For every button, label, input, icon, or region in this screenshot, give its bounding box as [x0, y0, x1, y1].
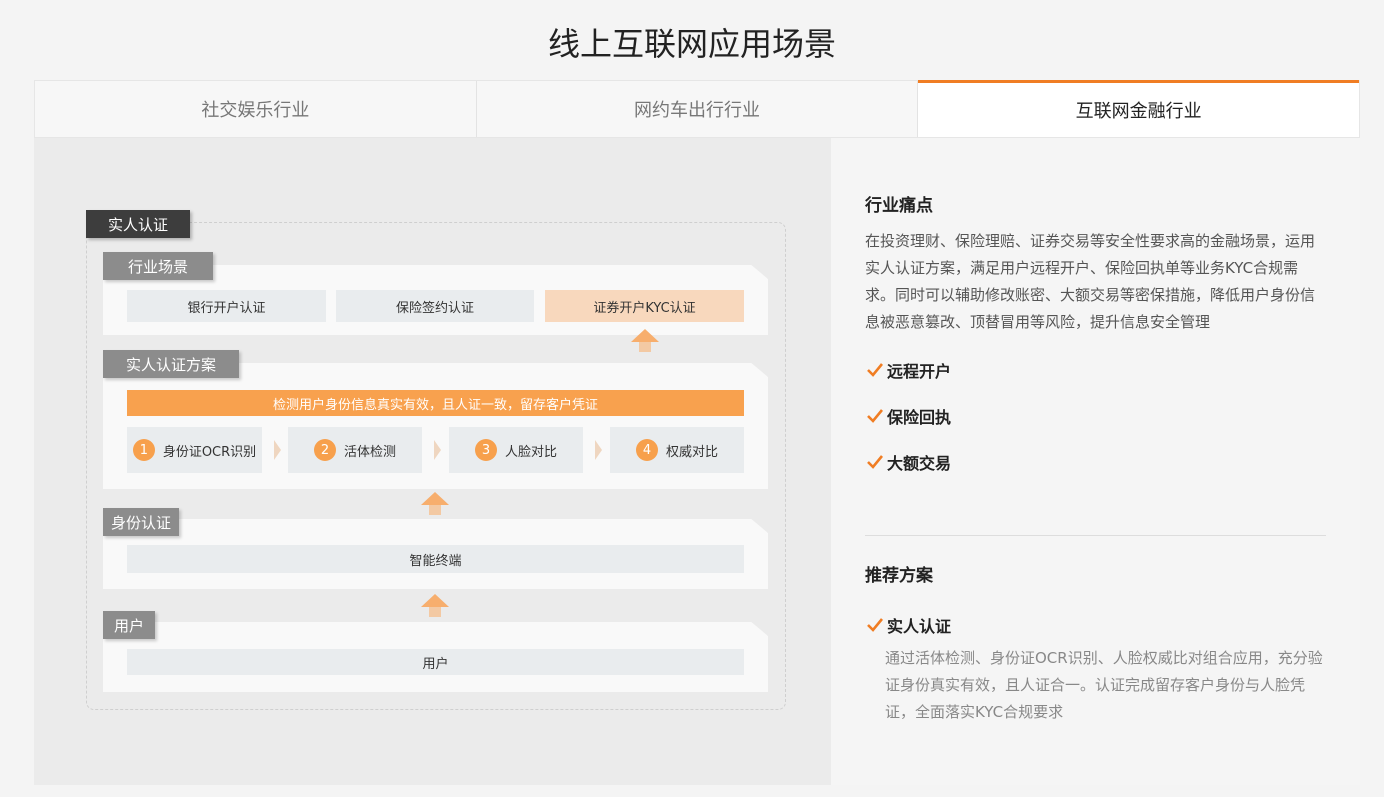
user-item: 用户 — [127, 649, 744, 675]
section-divider — [865, 535, 1326, 536]
chevron-right-icon — [595, 440, 602, 460]
pain-points-text: 在投资理财、保险理赔、证券交易等安全性要求高的金融场景，运用实人认证方案，满足用… — [865, 232, 1316, 331]
step-number: 1 — [132, 439, 155, 461]
tab-social-entertainment[interactable]: 社交娱乐行业 — [35, 81, 477, 137]
solution-tag: 实人认证方案 — [103, 350, 239, 378]
scene-item-bank: 银行开户认证 — [127, 290, 326, 322]
diagram-panel: 实人认证 行业场景 银行开户认证 保险签约认证 证券开户KYC认证 实人认证方案… — [34, 138, 831, 785]
step-label: 身份证OCR识别 — [162, 444, 257, 460]
step-ocr: 1 身份证OCR识别 — [127, 427, 262, 473]
solution-name: 实人认证 — [887, 617, 952, 636]
identity-item-terminal: 智能终端 — [127, 545, 744, 573]
check-label: 大额交易 — [887, 454, 952, 473]
tab-bar: 社交娱乐行业 网约车出行行业 互联网金融行业 — [34, 80, 1360, 138]
scene-item-securities: 证券开户KYC认证 — [545, 290, 744, 322]
solution-description: 通过活体检测、身份证OCR识别、人脸权威比对组合应用，充分验证身份真实有效，且人… — [885, 649, 1323, 721]
check-item-large-transaction: 大额交易 — [865, 450, 1326, 474]
checkmark-icon — [867, 363, 884, 377]
check-item-remote-account: 远程开户 — [865, 358, 1326, 382]
chevron-right-icon — [434, 440, 441, 460]
checkmark-icon — [867, 618, 884, 632]
step-authority-compare: 4 权威对比 — [610, 427, 744, 473]
step-label: 权威对比 — [665, 444, 718, 460]
scene-item-insurance: 保险签约认证 — [336, 290, 534, 322]
identity-tag: 身份认证 — [103, 508, 179, 536]
recommended-solution: 实人认证 — [865, 613, 1327, 637]
page-title: 线上互联网应用场景 — [547, 25, 836, 63]
solution-banner: 检测用户身份信息真实有效，且人证一致，留存客户凭证 — [127, 390, 744, 416]
step-number: 2 — [313, 439, 336, 461]
step-number: 4 — [635, 439, 658, 461]
pain-points-title: 行业痛点 — [865, 196, 933, 216]
step-face-compare: 3 人脸对比 — [449, 427, 583, 473]
recommended-title: 推荐方案 — [865, 566, 933, 586]
user-tag: 用户 — [103, 611, 155, 639]
up-arrow-icon — [421, 492, 449, 515]
tab-internet-finance[interactable]: 互联网金融行业 — [918, 80, 1360, 137]
checkmark-icon — [867, 455, 884, 469]
chevron-right-icon — [274, 440, 281, 460]
step-label: 人脸对比 — [504, 444, 557, 460]
step-liveness: 2 活体检测 — [288, 427, 422, 473]
content-area: 实人认证 行业场景 银行开户认证 保险签约认证 证券开户KYC认证 实人认证方案… — [34, 138, 1360, 785]
up-arrow-icon — [631, 329, 659, 352]
checkmark-icon — [867, 409, 884, 423]
diagram-main-tag: 实人认证 — [86, 210, 190, 238]
step-label: 活体检测 — [343, 444, 396, 460]
info-panel: 行业痛点 在投资理财、保险理赔、证券交易等安全性要求高的金融场景，运用实人认证方… — [831, 138, 1360, 785]
check-item-insurance-receipt: 保险回执 — [865, 404, 1326, 428]
step-number: 3 — [474, 439, 497, 461]
check-label: 远程开户 — [887, 362, 952, 381]
check-label: 保险回执 — [887, 408, 952, 427]
tab-ride-hailing[interactable]: 网约车出行行业 — [477, 81, 919, 137]
up-arrow-icon — [421, 594, 449, 617]
scene-tag: 行业场景 — [103, 252, 213, 280]
